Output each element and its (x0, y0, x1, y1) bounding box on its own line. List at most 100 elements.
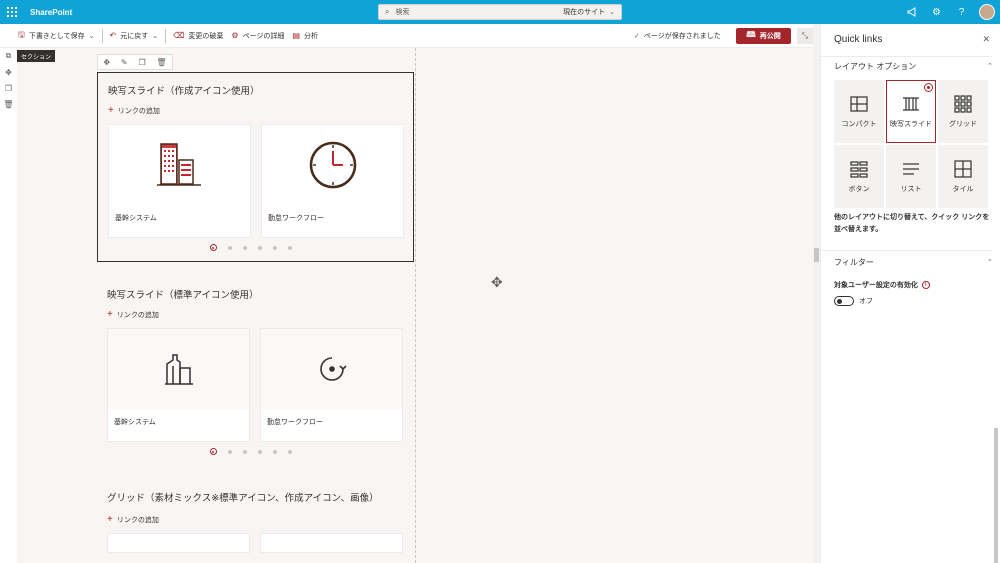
webpart-title[interactable]: グリッド（素材ミックス※標準アイコン、作成アイコン、画像） (107, 492, 397, 506)
undo-button[interactable]: ↶ 元に戻す ⌄ (106, 24, 163, 48)
add-link-button[interactable]: + リンクの追加 (108, 106, 413, 116)
add-link-button[interactable]: + リンクの追加 (107, 310, 414, 320)
add-link-label: リンクの追加 (117, 108, 160, 115)
check-icon: ✓ (634, 33, 640, 40)
save-icon: 🖫 (18, 29, 25, 39)
undo-label: 元に戻す (120, 32, 149, 40)
quicklinks-webpart[interactable]: 映写スライド（作成アイコン使用） + リンクの追加 基幹システム 勤怠ワークフロ… (97, 72, 414, 262)
delete-icon[interactable]: 🗑 (156, 58, 166, 67)
webpart-title[interactable]: 映写スライド（標準アイコン使用） (107, 287, 414, 301)
edit-icon[interactable]: ✎ (121, 58, 128, 67)
page-canvas: セクション ✥ ✎ ❐ 🗑 ✥ 映写スライド（作成アイコン使用） + リンクの追… (17, 48, 813, 563)
add-link-button[interactable]: + リンクの追加 (107, 515, 414, 525)
close-icon[interactable]: ✕ (982, 34, 990, 45)
layout-label: グリッド (949, 120, 977, 128)
saved-status-label: ページが保存されました (643, 33, 721, 40)
gear-icon[interactable]: ⚙ (924, 0, 949, 24)
brand-name[interactable]: SharePoint (30, 8, 72, 17)
filter-section-header[interactable]: フィルター ⌃ (821, 253, 993, 271)
section-toolbar: ⧉ ✥ ❐ 🗑 (0, 48, 17, 563)
canvas-scrollbar[interactable] (813, 24, 820, 563)
link-card[interactable]: 基幹システム (108, 124, 251, 238)
save-draft-label: 下書きとして保存 (28, 32, 85, 40)
chevron-down-icon[interactable]: ⌄ (152, 32, 158, 40)
megaphone-icon[interactable] (899, 0, 924, 24)
button-layout-icon (850, 160, 868, 178)
page-details-button[interactable]: ⚙ ページの詳細 (227, 24, 288, 48)
app-launcher-icon[interactable] (0, 0, 24, 24)
clock-color-icon (262, 125, 403, 205)
carousel-dot[interactable] (227, 245, 232, 250)
layout-compact[interactable]: コンパクト (834, 80, 884, 143)
help-icon[interactable]: ? (949, 0, 974, 24)
webpart-title[interactable]: 映写スライド（作成アイコン使用） (108, 83, 413, 97)
add-link-label: リンクの追加 (116, 312, 159, 319)
link-card-label: 基幹システム (114, 419, 156, 426)
link-card[interactable]: 勤怠ワークフロー (260, 328, 403, 442)
move-icon[interactable]: ✥ (491, 274, 503, 291)
link-card[interactable]: 勤怠ワークフロー (261, 124, 404, 238)
collapse-icon[interactable]: ⤡ (797, 28, 813, 44)
carousel-dot-active[interactable] (209, 244, 217, 251)
layout-grid[interactable]: グリッド (938, 80, 988, 143)
compact-layout-icon (850, 95, 868, 112)
avatar[interactable] (979, 4, 995, 20)
list-layout-icon (903, 162, 919, 175)
carousel-dot[interactable] (272, 245, 277, 250)
webpart-toolbar: ✥ ✎ ❐ 🗑 (97, 54, 173, 70)
carousel-dot[interactable] (242, 449, 247, 454)
republish-button[interactable]: 🕮 再公開 (736, 28, 791, 44)
chevron-down-icon[interactable]: ⌄ (89, 32, 95, 40)
audience-targeting-toggle[interactable] (834, 296, 854, 306)
carousel-dot[interactable] (287, 245, 292, 250)
layout-filmstrip[interactable]: 映写スライド (886, 80, 936, 143)
audience-targeting-label: 対象ユーザー設定の有効化 i (834, 280, 930, 290)
command-bar: 🖫 下書きとして保存 ⌄ ↶ 元に戻す ⌄ ⌫ 変更の破棄 ⚙ ページの詳細 ▤… (0, 24, 815, 48)
grid-layout-icon (954, 94, 972, 113)
republish-label: 再公開 (759, 33, 781, 40)
layout-label: コンパクト (841, 120, 877, 128)
copy-icon[interactable]: ❐ (138, 58, 145, 67)
link-card[interactable] (107, 533, 250, 553)
search-box[interactable]: ⌕ 検索 現在のサイト ⌄ (378, 4, 622, 20)
building-outline-icon (108, 329, 249, 409)
analytics-button[interactable]: ▤ 分析 (288, 24, 322, 48)
search-scope[interactable]: 現在のサイト (563, 7, 605, 17)
column-divider (415, 48, 416, 563)
scrollbar-thumb[interactable] (994, 428, 998, 563)
link-card-label: 勤怠ワークフロー (267, 419, 323, 426)
carousel-dot[interactable] (287, 449, 292, 454)
layout-label: ボタン (848, 185, 870, 193)
carousel-dot[interactable] (272, 449, 277, 454)
carousel-dot[interactable] (257, 449, 262, 454)
quicklinks-webpart[interactable]: グリッド（素材ミックス※標準アイコン、作成アイコン、画像） + リンクの追加 (97, 482, 414, 563)
carousel-dot[interactable] (227, 449, 232, 454)
discard-icon: ⌫ (173, 31, 185, 40)
edit-section-icon[interactable]: ⧉ (0, 48, 17, 64)
analytics-label: 分析 (304, 32, 318, 40)
chevron-down-icon[interactable]: ⌄ (609, 8, 615, 16)
layout-button[interactable]: ボタン (834, 145, 884, 208)
info-icon[interactable]: i (921, 281, 930, 289)
carousel-dot-active[interactable] (209, 448, 217, 455)
move-icon[interactable]: ✥ (103, 58, 110, 67)
link-card[interactable] (260, 533, 403, 553)
scrollbar-thumb[interactable] (814, 248, 819, 262)
layout-list[interactable]: リスト (886, 145, 936, 208)
save-draft-button[interactable]: 🖫 下書きとして保存 ⌄ (14, 24, 99, 48)
discard-button[interactable]: ⌫ 変更の破棄 (169, 24, 227, 48)
plus-icon: + (108, 105, 114, 116)
layout-tile[interactable]: タイル (938, 145, 988, 208)
carousel-dots (98, 244, 413, 251)
delete-icon[interactable]: 🗑 (0, 96, 17, 112)
move-icon[interactable]: ✥ (0, 64, 17, 80)
link-card[interactable]: 基幹システム (107, 328, 250, 442)
refresh-clock-icon (261, 329, 402, 409)
page-details-label: ページの詳細 (242, 32, 285, 40)
copy-icon[interactable]: ❐ (0, 80, 17, 96)
carousel-dot[interactable] (242, 245, 247, 250)
layout-section-header[interactable]: レイアウト オプション ⌃ (821, 57, 993, 75)
carousel-dot[interactable] (257, 245, 262, 250)
quicklinks-webpart[interactable]: 映写スライド（標準アイコン使用） + リンクの追加 基幹システム 勤怠ワークフロ… (97, 277, 414, 467)
pane-scrollbar[interactable] (992, 48, 1000, 563)
